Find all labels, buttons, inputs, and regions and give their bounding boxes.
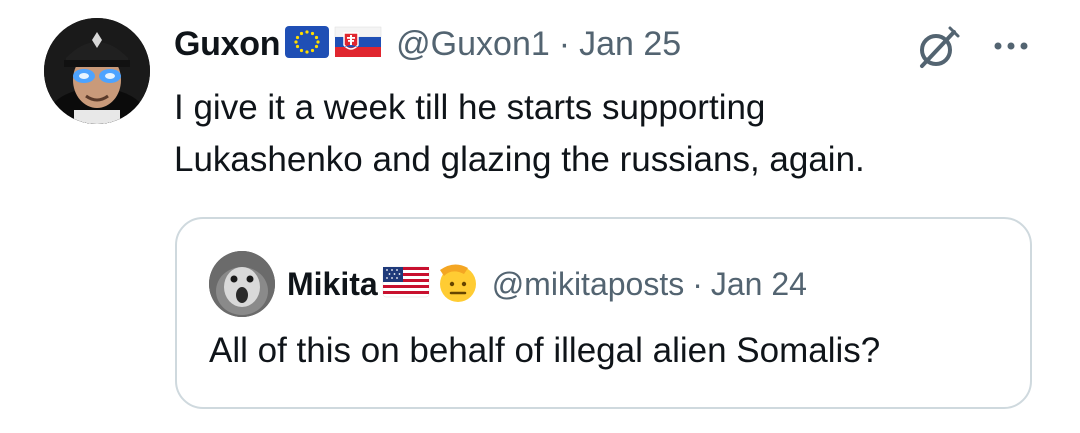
- slovakia-flag-icon: [334, 25, 382, 64]
- quoted-tweet-card[interactable]: Mikita @mikitaposts · Jan 24 All of this…: [175, 217, 1032, 409]
- usa-flag-icon: [382, 265, 430, 304]
- tweet-text-line: Lukashenko and glazing the russians, aga…: [174, 140, 865, 179]
- author-handle[interactable]: @Guxon1: [396, 25, 550, 64]
- quoted-author-handle[interactable]: @mikitaposts: [492, 266, 685, 303]
- quoted-author-avatar-image: [209, 251, 275, 317]
- author-avatar[interactable]: [44, 18, 150, 124]
- separator-dot: ·: [558, 24, 571, 63]
- more-options-icon[interactable]: [990, 34, 1032, 58]
- eu-flag-icon: [284, 25, 330, 64]
- tweet-header: Guxon @Guxon1 · Jan 25: [174, 20, 681, 68]
- quoted-author-display-name[interactable]: Mikita: [287, 266, 378, 303]
- quoted-tweet-text: All of this on behalf of illegal alien S…: [209, 331, 881, 370]
- quoted-tweet-header: Mikita @mikitaposts · Jan 24: [287, 259, 807, 309]
- saluting-face-emoji-icon: [434, 260, 480, 309]
- tweet-text-line: I give it a week till he starts supporti…: [174, 88, 766, 127]
- separator-dot: ·: [692, 265, 703, 302]
- grok-icon[interactable]: [914, 24, 962, 72]
- quoted-tweet-date[interactable]: Jan 24: [711, 266, 807, 303]
- tweet-date[interactable]: Jan 25: [579, 25, 681, 64]
- tweet-text: I give it a week till he starts supporti…: [174, 82, 1034, 186]
- quoted-author-avatar[interactable]: [209, 251, 275, 317]
- author-avatar-image: [44, 18, 150, 124]
- author-display-name[interactable]: Guxon: [174, 25, 280, 64]
